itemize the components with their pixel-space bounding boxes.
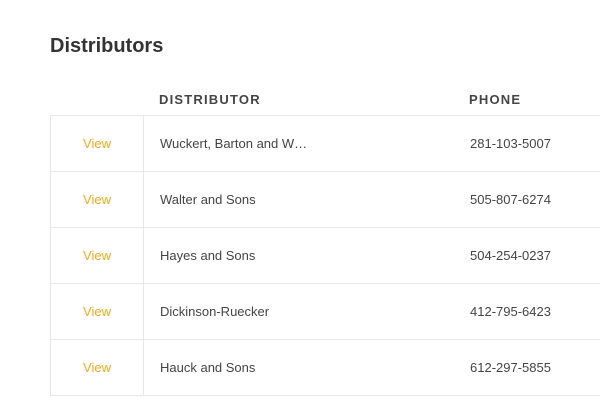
table-row: View Hayes and Sons 504-254-0237 — [50, 228, 600, 284]
view-link[interactable]: View — [83, 192, 111, 207]
table-row: View Hauck and Sons 612-297-5855 — [50, 340, 600, 396]
action-cell: View — [51, 116, 144, 171]
view-link[interactable]: View — [83, 248, 111, 263]
table-header: DISTRIBUTOR PHONE — [50, 84, 600, 116]
phone-column-header[interactable]: PHONE — [469, 92, 521, 107]
view-link[interactable]: View — [83, 136, 111, 151]
view-link[interactable]: View — [83, 360, 111, 375]
phone-number: 281-103-5007 — [470, 136, 551, 151]
distributor-column-header[interactable]: DISTRIBUTOR — [143, 92, 469, 107]
distributor-name: Dickinson-Ruecker — [160, 304, 270, 319]
table-row: View Wuckert, Barton and W… 281-103-5007 — [50, 116, 600, 172]
distributor-name: Walter and Sons — [160, 192, 256, 207]
distributor-name: Wuckert, Barton and W… — [160, 136, 308, 151]
distributor-name: Hayes and Sons — [160, 248, 256, 263]
table-row: View Walter and Sons 505-807-6274 — [50, 172, 600, 228]
action-column-header — [50, 84, 143, 115]
phone-number: 505-807-6274 — [470, 192, 551, 207]
table-row: View Dickinson-Ruecker 412-795-6423 — [50, 284, 600, 340]
action-cell: View — [51, 284, 144, 339]
distributor-name: Hauck and Sons — [160, 360, 256, 375]
view-link[interactable]: View — [83, 304, 111, 319]
action-cell: View — [51, 340, 144, 395]
distributors-table: DISTRIBUTOR PHONE View Wuckert, Barton an… — [50, 84, 600, 396]
phone-number: 412-795-6423 — [470, 304, 551, 319]
phone-number: 612-297-5855 — [470, 360, 551, 375]
action-cell: View — [51, 228, 144, 283]
page-title: Distributors — [50, 35, 164, 57]
phone-number: 504-254-0237 — [470, 248, 551, 263]
action-cell: View — [51, 172, 144, 227]
